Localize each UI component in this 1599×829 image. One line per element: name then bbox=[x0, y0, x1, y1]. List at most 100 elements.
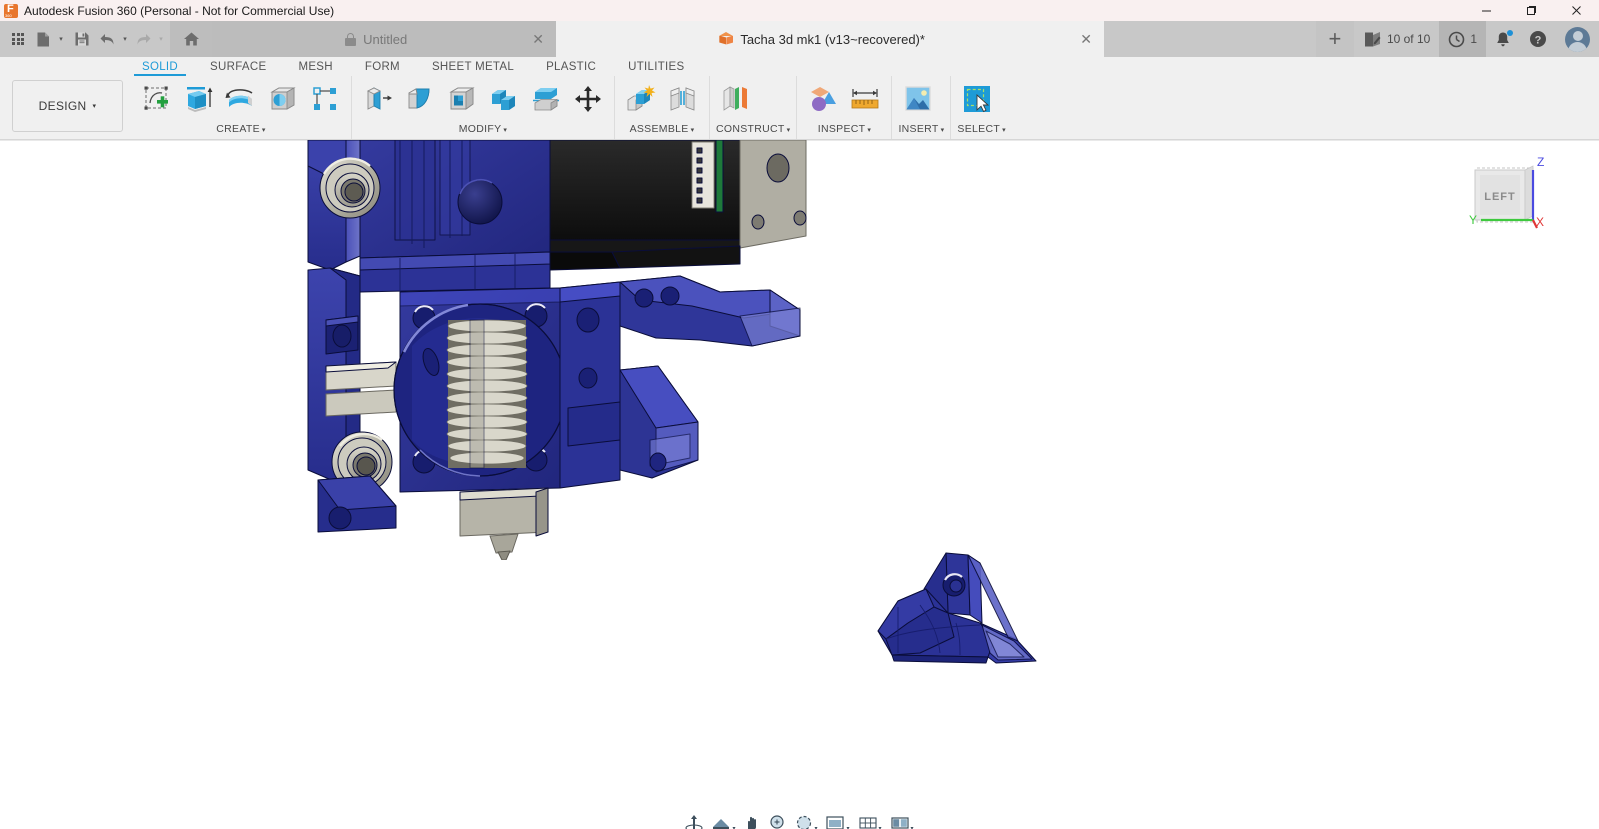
save-button[interactable] bbox=[68, 21, 96, 57]
tool-measure[interactable] bbox=[845, 79, 885, 119]
panel-construct-label[interactable]: CONSTRUCT ▾ bbox=[716, 123, 790, 137]
quick-access-toolbar: ▾ ▾ ▾ Untitled ✕ Tacha 3d mk1 (v13~recov… bbox=[0, 21, 1599, 57]
ribbon-tab-form[interactable]: FORM bbox=[349, 61, 416, 76]
ribbon-tab-mesh[interactable]: MESH bbox=[282, 61, 348, 76]
insert-canvas-icon bbox=[905, 86, 932, 111]
home-button[interactable] bbox=[170, 21, 212, 57]
tool-select-window[interactable] bbox=[957, 79, 997, 119]
pan-button[interactable] bbox=[740, 810, 764, 829]
notifications-button[interactable] bbox=[1486, 21, 1520, 57]
ribbon-tab-surface[interactable]: SURFACE bbox=[194, 61, 282, 76]
model-extruder-hotend-assembly[interactable] bbox=[300, 140, 860, 560]
chevron-down-icon: ▾ bbox=[59, 35, 63, 43]
edit-document-icon bbox=[1364, 31, 1381, 46]
ribbon-tab-sheet-metal[interactable]: SHEET METAL bbox=[416, 61, 530, 76]
fit-button[interactable]: ▾ bbox=[792, 810, 820, 829]
tool-offset-plane[interactable] bbox=[716, 79, 756, 119]
undo-button[interactable] bbox=[96, 21, 118, 57]
new-component-icon bbox=[627, 85, 656, 111]
panel-modify-label[interactable]: MODIFY ▾ bbox=[358, 123, 608, 137]
tool-fillet[interactable] bbox=[400, 79, 440, 119]
document-tab-untitled[interactable]: Untitled ✕ bbox=[212, 21, 556, 57]
app-grid-button[interactable] bbox=[4, 21, 32, 57]
chevron-down-icon: ▾ bbox=[846, 826, 850, 829]
tool-interference[interactable] bbox=[803, 79, 843, 119]
tool-hole[interactable] bbox=[263, 79, 303, 119]
close-tab-button[interactable]: ✕ bbox=[1078, 31, 1094, 48]
ribbon-tab-utilities[interactable]: UTILITIES bbox=[612, 61, 700, 76]
panel-select: SELECT ▾ bbox=[950, 76, 1011, 139]
status-indicators: 10 of 10 1 ? bbox=[1354, 21, 1599, 57]
panel-select-label[interactable]: SELECT ▾ bbox=[957, 123, 1005, 137]
help-button[interactable]: ? bbox=[1520, 21, 1556, 57]
look-at-button[interactable]: ▾ bbox=[708, 810, 738, 829]
new-tab-button[interactable]: + bbox=[1315, 21, 1354, 57]
tool-press-pull[interactable] bbox=[358, 79, 398, 119]
tool-extrude[interactable] bbox=[179, 79, 219, 119]
job-status-label: 10 of 10 bbox=[1386, 32, 1431, 46]
ribbon-tab-plastic[interactable]: PLASTIC bbox=[530, 61, 612, 76]
3d-viewport-canvas[interactable]: LEFT Z Y X ▾ ▾ ▾ ▾ ▾ bbox=[0, 140, 1599, 829]
move-copy-icon bbox=[575, 86, 601, 112]
tool-new-component[interactable] bbox=[621, 79, 661, 119]
document-tabs: Untitled ✕ Tacha 3d mk1 (v13~recovered)*… bbox=[212, 21, 1316, 57]
tool-insert-canvas[interactable] bbox=[898, 79, 938, 119]
logo-sub-text: 360 bbox=[5, 12, 12, 18]
viewports-button[interactable]: ▾ bbox=[887, 810, 917, 829]
close-window-button[interactable] bbox=[1554, 0, 1599, 21]
model-fan-duct-bracket[interactable] bbox=[868, 545, 1058, 670]
viewcube[interactable]: LEFT Z Y X bbox=[1447, 148, 1557, 248]
svg-text:?: ? bbox=[1535, 34, 1542, 46]
display-settings-button[interactable]: ▾ bbox=[822, 810, 852, 829]
offset-plane-icon bbox=[723, 86, 747, 111]
tool-combine[interactable] bbox=[484, 79, 524, 119]
account-button[interactable] bbox=[1556, 21, 1599, 57]
job-history-indicator[interactable]: 1 bbox=[1439, 21, 1486, 57]
new-file-dropdown[interactable]: ▾ bbox=[54, 21, 68, 57]
ribbon-tab-solid[interactable]: SOLID bbox=[126, 61, 194, 76]
new-file-button[interactable] bbox=[32, 21, 54, 57]
panel-create-label[interactable]: CREATE ▾ bbox=[137, 123, 345, 137]
maximize-button[interactable] bbox=[1509, 0, 1554, 21]
ribbon: SOLID SURFACE MESH FORM SHEET METAL PLAS… bbox=[0, 57, 1599, 140]
tool-shell[interactable] bbox=[442, 79, 482, 119]
avatar bbox=[1565, 26, 1590, 52]
viewcube-axis-z-label: Z bbox=[1537, 155, 1544, 169]
grid-snap-button[interactable]: ▾ bbox=[855, 810, 885, 829]
redo-button[interactable] bbox=[132, 21, 154, 57]
tool-move-copy[interactable] bbox=[568, 79, 608, 119]
zoom-button[interactable] bbox=[766, 810, 790, 829]
undo-dropdown[interactable]: ▾ bbox=[118, 21, 132, 57]
tool-split-body[interactable] bbox=[526, 79, 566, 119]
shell-icon bbox=[449, 87, 475, 110]
panel-assemble-label[interactable]: ASSEMBLE ▾ bbox=[621, 123, 703, 137]
panel-create: CREATE ▾ bbox=[131, 76, 351, 139]
workspace-switcher[interactable]: DESIGN ▾ bbox=[12, 80, 123, 132]
tool-revolve[interactable] bbox=[221, 79, 261, 119]
panel-insert-label[interactable]: INSERT ▾ bbox=[898, 123, 944, 137]
window-titlebar: 360 Autodesk Fusion 360 (Personal - Not … bbox=[0, 0, 1599, 21]
interference-icon bbox=[811, 87, 837, 111]
minimize-button[interactable] bbox=[1464, 0, 1509, 21]
chevron-down-icon: ▾ bbox=[910, 826, 914, 829]
orbit-button[interactable] bbox=[682, 810, 706, 829]
job-status-indicator[interactable]: 10 of 10 bbox=[1354, 21, 1439, 57]
chevron-down-icon: ▾ bbox=[878, 826, 882, 829]
tool-joint[interactable] bbox=[663, 79, 703, 119]
close-tab-button[interactable]: ✕ bbox=[530, 31, 546, 48]
ribbon-tab-label: MESH bbox=[298, 61, 333, 73]
measure-icon bbox=[852, 89, 879, 109]
tool-create-sketch[interactable] bbox=[137, 79, 177, 119]
home-icon bbox=[183, 32, 199, 46]
pan-icon bbox=[748, 816, 757, 829]
redo-dropdown[interactable]: ▾ bbox=[154, 21, 168, 57]
panel-inspect-label[interactable]: INSPECT ▾ bbox=[803, 123, 885, 137]
panel-construct: CONSTRUCT ▾ bbox=[709, 76, 796, 139]
document-tab-tacha-3d-mk1[interactable]: Tacha 3d mk1 (v13~recovered)* ✕ bbox=[556, 21, 1104, 57]
joint-icon bbox=[670, 87, 695, 111]
fit-icon bbox=[797, 815, 812, 829]
panel-assemble: ASSEMBLE ▾ bbox=[614, 76, 709, 139]
extrude-icon bbox=[187, 87, 213, 112]
save-icon bbox=[75, 32, 89, 46]
tool-rectangular-pattern[interactable] bbox=[305, 79, 345, 119]
